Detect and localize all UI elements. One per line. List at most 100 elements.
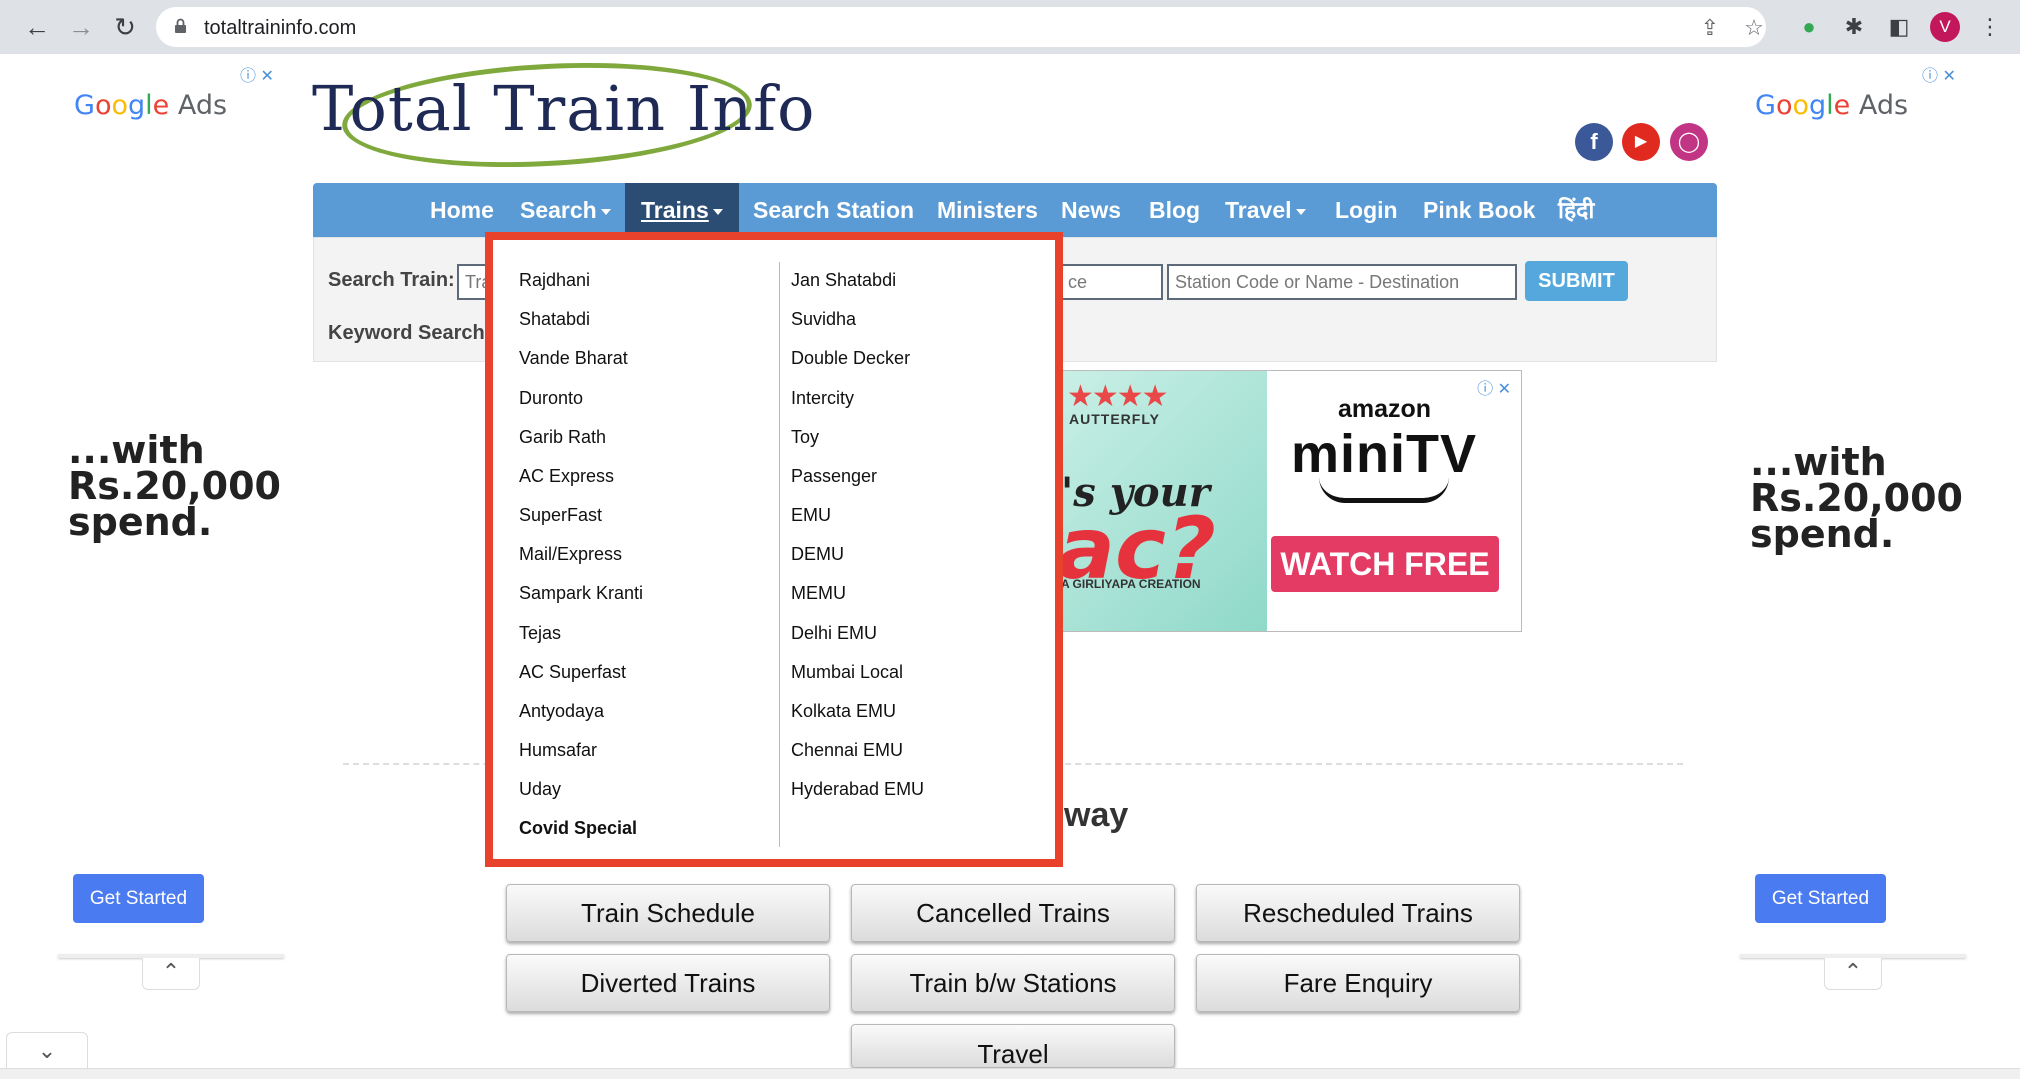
facebook-icon[interactable]: f xyxy=(1575,123,1613,161)
rating-stars: ★★★★ xyxy=(1067,380,1169,413)
nav-hindi[interactable]: हिंदी xyxy=(1558,183,1594,237)
left-get-started-button[interactable]: Get Started xyxy=(73,874,204,923)
search-train-label: Search Train: xyxy=(328,269,455,291)
destination-station-input[interactable]: Station Code or Name - Destination xyxy=(1167,264,1517,300)
watch-free-button[interactable]: WATCH FREE xyxy=(1271,536,1499,592)
trains-dropdown-menu: Rajdhani Shatabdi Vande Bharat Duronto G… xyxy=(485,232,1063,867)
browser-toolbar: ← → ↻ totaltraininfo.com ⇪ ☆ ● ✱ ◧ V ⋮ xyxy=(0,0,2020,54)
section-heading: way xyxy=(1064,796,1129,834)
caret-down-icon xyxy=(600,208,611,215)
dropdown-item[interactable]: Vande Bharat xyxy=(519,348,628,369)
dropdown-item[interactable]: EMU xyxy=(791,505,831,526)
dropdown-item[interactable]: Garib Rath xyxy=(519,427,606,448)
side-panel-icon[interactable]: ◧ xyxy=(1885,13,1913,41)
instagram-icon[interactable]: ◯ xyxy=(1670,123,1708,161)
cancelled-trains-button[interactable]: Cancelled Trains xyxy=(851,884,1175,942)
nav-news[interactable]: News xyxy=(1061,183,1121,237)
nav-travel[interactable]: Travel xyxy=(1225,183,1306,237)
right-collapse-chevron-up-icon[interactable]: ⌃ xyxy=(1824,958,1882,990)
dropdown-item[interactable]: Chennai EMU xyxy=(791,740,903,761)
dropdown-item[interactable]: Mail/Express xyxy=(519,544,622,565)
travel-button[interactable]: Travel xyxy=(851,1024,1175,1069)
dropdown-item[interactable]: Double Decker xyxy=(791,348,910,369)
submit-button[interactable]: SUBMIT xyxy=(1525,261,1628,301)
nav-ministers[interactable]: Ministers xyxy=(937,183,1038,237)
dropdown-item[interactable]: Antyodaya xyxy=(519,701,604,722)
right-get-started-button[interactable]: Get Started xyxy=(1755,874,1886,923)
source-station-input[interactable]: ce xyxy=(1060,264,1163,300)
dropdown-item[interactable]: Rajdhani xyxy=(519,270,590,291)
dropdown-item[interactable]: Hyderabad EMU xyxy=(791,779,924,800)
amazon-smile-icon xyxy=(1319,477,1449,503)
dropdown-item[interactable]: Sampark Kranti xyxy=(519,583,643,604)
dropdown-item[interactable]: Kolkata EMU xyxy=(791,701,896,722)
caret-down-icon xyxy=(712,208,723,215)
fare-enquiry-button[interactable]: Fare Enquiry xyxy=(1196,954,1520,1012)
banner-brand-small: AUTTERFLY xyxy=(1069,411,1160,427)
ad-choices-icon[interactable]: ⓘ ✕ xyxy=(240,62,274,86)
bookmark-star-icon[interactable]: ☆ xyxy=(1742,16,1766,40)
youtube-icon[interactable]: ▶ xyxy=(1622,123,1660,161)
dropdown-item[interactable]: Humsafar xyxy=(519,740,597,761)
diverted-trains-button[interactable]: Diverted Trains xyxy=(506,954,830,1012)
dropdown-item[interactable]: MEMU xyxy=(791,583,846,604)
dropdown-item[interactable]: SuperFast xyxy=(519,505,602,526)
nav-login[interactable]: Login xyxy=(1335,183,1398,237)
dropdown-column-divider xyxy=(779,262,780,847)
right-promo-text: ...with Rs.20,000 spend. xyxy=(1750,440,1963,556)
nav-trains[interactable]: Trains xyxy=(625,183,739,237)
banner-creation-credit: A GIRLIYAPA CREATION xyxy=(1061,577,1201,591)
minitv-banner-ad[interactable]: ★★★★ AUTTERFLY 's your ac? A GIRLIYAPA C… xyxy=(1060,370,1522,632)
main-nav: Home Search Trains Search Station Minist… xyxy=(313,183,1717,237)
dropdown-item[interactable]: Uday xyxy=(519,779,561,800)
dropdown-item[interactable]: AC Superfast xyxy=(519,662,626,683)
dropdown-item[interactable]: Delhi EMU xyxy=(791,623,877,644)
left-promo-text: ...with Rs.20,000 spend. xyxy=(68,428,281,544)
dropdown-item[interactable]: Tejas xyxy=(519,623,561,644)
train-between-stations-button[interactable]: Train b/w Stations xyxy=(851,954,1175,1012)
kebab-menu-icon[interactable]: ⋮ xyxy=(1976,13,2004,41)
bottom-chevron-down-icon[interactable]: ⌄ xyxy=(6,1032,88,1068)
nav-home[interactable]: Home xyxy=(430,183,494,237)
dropdown-item[interactable]: Passenger xyxy=(791,466,877,487)
forward-arrow-icon[interactable]: → xyxy=(64,10,98,44)
reload-icon[interactable]: ↻ xyxy=(108,10,142,44)
banner-show-artwork: ★★★★ AUTTERFLY 's your ac? A GIRLIYAPA C… xyxy=(1061,371,1267,631)
extension-green-icon[interactable]: ● xyxy=(1795,13,1823,41)
keyword-search-label: Keyword Search xyxy=(328,322,485,344)
puzzle-extensions-icon[interactable]: ✱ xyxy=(1840,13,1868,41)
url-text: totaltraininfo.com xyxy=(204,17,357,39)
lock-icon xyxy=(175,18,186,33)
left-collapse-chevron-up-icon[interactable]: ⌃ xyxy=(142,958,200,990)
dropdown-item[interactable]: Mumbai Local xyxy=(791,662,903,683)
nav-search-station[interactable]: Search Station xyxy=(753,183,914,237)
site-logo[interactable]: Total Train Info xyxy=(312,53,814,177)
dropdown-item[interactable]: AC Express xyxy=(519,466,614,487)
dropdown-item[interactable]: Shatabdi xyxy=(519,309,590,330)
logo-text: Total Train Info xyxy=(312,72,816,145)
dropdown-item[interactable]: Intercity xyxy=(791,388,854,409)
profile-avatar[interactable]: V xyxy=(1930,12,1960,42)
dropdown-item[interactable]: Toy xyxy=(791,427,819,448)
google-ads-logo: Google Ads xyxy=(74,90,228,121)
google-ads-logo: Google Ads xyxy=(1755,90,1909,121)
address-bar[interactable]: totaltraininfo.com ⇪ ☆ xyxy=(156,7,1766,47)
caret-down-icon xyxy=(1295,208,1306,215)
nav-blog[interactable]: Blog xyxy=(1149,183,1200,237)
nav-search[interactable]: Search xyxy=(520,183,611,237)
ad-choices-icon[interactable]: ⓘ ✕ xyxy=(1922,62,1956,86)
amazon-logo: amazon xyxy=(1338,395,1432,423)
minitv-logo: miniTV xyxy=(1291,424,1478,484)
bottom-ad-bar xyxy=(0,1068,2020,1079)
nav-pink-book[interactable]: Pink Book xyxy=(1423,183,1535,237)
rescheduled-trains-button[interactable]: Rescheduled Trains xyxy=(1196,884,1520,942)
dropdown-item-covid-special[interactable]: Covid Special xyxy=(519,818,637,839)
dropdown-item[interactable]: DEMU xyxy=(791,544,844,565)
back-arrow-icon[interactable]: ← xyxy=(20,10,54,44)
share-icon[interactable]: ⇪ xyxy=(1698,16,1722,40)
train-schedule-button[interactable]: Train Schedule xyxy=(506,884,830,942)
dropdown-item[interactable]: Suvidha xyxy=(791,309,856,330)
dropdown-item[interactable]: Duronto xyxy=(519,388,583,409)
ad-choices-icon[interactable]: ⓘ ✕ xyxy=(1477,375,1511,399)
dropdown-item[interactable]: Jan Shatabdi xyxy=(791,270,896,291)
